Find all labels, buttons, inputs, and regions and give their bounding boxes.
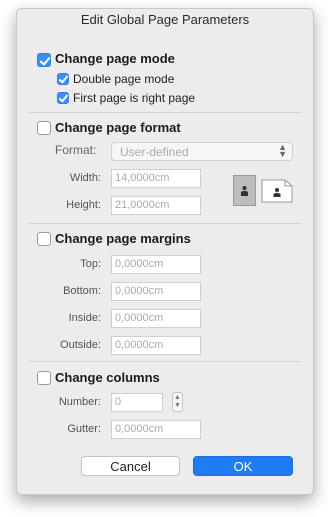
edit-global-page-parameters-dialog: Edit Global Page Parameters Change page … (16, 8, 314, 495)
landscape-orientation-icon[interactable] (261, 179, 293, 203)
change-page-mode-checkbox[interactable] (37, 53, 51, 67)
section-divider (29, 112, 301, 113)
change-page-format-checkbox[interactable] (37, 121, 51, 135)
format-label: Format: (55, 143, 97, 157)
margin-top-label: Top: (80, 258, 101, 270)
section-divider (29, 361, 301, 362)
change-page-margins-label: Change page margins (55, 231, 191, 246)
format-select[interactable]: User-defined ▲ ▼ (111, 142, 293, 161)
margin-bottom-label: Bottom: (63, 285, 101, 297)
height-label: Height: (66, 199, 101, 211)
columns-number-field[interactable]: 0 (111, 393, 163, 412)
change-columns-label: Change columns (55, 370, 160, 385)
format-select-value: User-defined (120, 145, 189, 159)
ok-button[interactable]: OK (193, 456, 293, 476)
change-page-format-label: Change page format (55, 120, 181, 135)
change-page-mode-label: Change page mode (55, 51, 175, 66)
width-label: Width: (69, 172, 101, 184)
columns-number-stepper[interactable]: ▲ ▼ (172, 392, 183, 412)
dialog-title: Edit Global Page Parameters (80, 12, 250, 27)
height-field[interactable]: 21,0000cm (111, 196, 201, 215)
gutter-field[interactable]: 0,0000cm (111, 420, 201, 439)
margin-outside-label: Outside: (60, 339, 101, 351)
chevron-updown-icon: ▲ ▼ (278, 142, 287, 159)
first-page-right-label: First page is right page (73, 91, 196, 105)
columns-number-label: Number: (58, 396, 101, 408)
section-divider (29, 223, 301, 224)
margin-bottom-field[interactable]: 0,0000cm (111, 282, 201, 301)
double-page-mode-checkbox[interactable] (57, 73, 69, 85)
cancel-button[interactable]: Cancel (81, 456, 180, 476)
margin-outside-field[interactable]: 0,0000cm (111, 336, 201, 355)
margin-top-field[interactable]: 0,0000cm (111, 255, 201, 274)
stepper-up-icon[interactable]: ▲ (174, 394, 181, 401)
portrait-orientation-icon[interactable] (233, 175, 256, 206)
gutter-label: Gutter: (67, 423, 101, 435)
margin-inside-label: Inside: (68, 312, 101, 324)
change-page-margins-checkbox[interactable] (37, 232, 51, 246)
stepper-down-icon[interactable]: ▼ (174, 402, 181, 409)
first-page-right-checkbox[interactable] (57, 92, 69, 104)
width-field[interactable]: 14,0000cm (111, 169, 201, 188)
margin-inside-field[interactable]: 0,0000cm (111, 309, 201, 328)
double-page-mode-label: Double page mode (73, 72, 175, 86)
change-columns-checkbox[interactable] (37, 371, 51, 385)
